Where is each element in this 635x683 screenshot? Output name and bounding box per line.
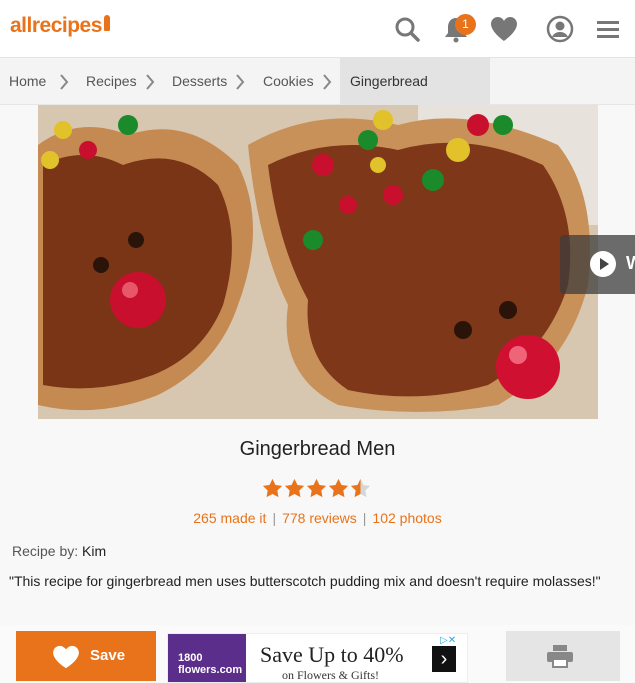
ad-subline: on Flowers & Gifts! — [282, 668, 379, 682]
top-header: allrecipes 1 — [0, 0, 635, 58]
recipe-by-label: Recipe by: — [12, 543, 79, 559]
recipe-stats: 265 made it | 778 reviews | 102 photos — [193, 510, 442, 526]
star-icon — [306, 478, 327, 498]
search-icon[interactable] — [391, 13, 423, 45]
print-button[interactable] — [506, 631, 620, 681]
chevron-right-icon: › — [432, 646, 456, 672]
gingerbread-cookies-image — [38, 105, 598, 419]
star-icon — [350, 478, 371, 498]
printer-icon — [547, 645, 573, 668]
allrecipes-logo[interactable]: allrecipes — [10, 14, 110, 38]
breadcrumb: Home Recipes Desserts Cookies Gingerbrea… — [0, 58, 635, 136]
recipe-title: Gingerbread Men — [239, 438, 396, 460]
chevron-right-icon — [146, 74, 155, 90]
author-link[interactable]: Kim — [82, 543, 106, 559]
reviews-link[interactable]: 778 reviews — [282, 510, 357, 526]
notification-badge: 1 — [455, 14, 476, 35]
chevron-right-icon — [236, 74, 245, 90]
breadcrumb-desserts[interactable]: Desserts — [172, 58, 227, 105]
ad-close-icon[interactable]: ▷✕ — [440, 635, 456, 646]
recipe-photo[interactable] — [38, 105, 598, 419]
video-play-button[interactable]: W — [560, 235, 635, 294]
breadcrumb-recipes[interactable]: Recipes — [86, 58, 137, 105]
advertisement-banner[interactable]: 1800 flowers.com Save Up to 40% on Flowe… — [167, 633, 468, 683]
star-icon — [328, 478, 349, 498]
play-icon — [590, 251, 616, 277]
photos-link[interactable]: 102 photos — [372, 510, 441, 526]
menu-icon[interactable] — [592, 13, 624, 45]
star-rating[interactable] — [262, 478, 371, 500]
ad-headline: Save Up to 40% — [260, 642, 404, 667]
save-button[interactable]: Save — [16, 631, 156, 681]
ad-brand-logo: 1800 flowers.com — [168, 634, 246, 682]
recipe-description: "This recipe for gingerbread men uses bu… — [9, 573, 601, 589]
breadcrumb-cookies[interactable]: Cookies — [263, 58, 314, 105]
spoon-icon — [103, 15, 110, 31]
chevron-right-icon — [60, 74, 69, 90]
profile-icon[interactable] — [544, 13, 576, 45]
bottom-action-bar: Save 1800 flowers.com Save Up to 40% on … — [0, 625, 635, 683]
star-icon — [262, 478, 283, 498]
chevron-right-icon — [323, 74, 332, 90]
breadcrumb-home[interactable]: Home — [9, 58, 46, 105]
recipe-byline: Recipe by: Kim — [12, 543, 106, 559]
star-icon — [284, 478, 305, 498]
breadcrumb-gingerbread-cookies[interactable]: Gingerbread Cookies — [340, 58, 490, 136]
heart-icon[interactable] — [488, 13, 520, 45]
made-it-link[interactable]: 265 made it — [193, 510, 266, 526]
heart-icon — [53, 645, 79, 669]
